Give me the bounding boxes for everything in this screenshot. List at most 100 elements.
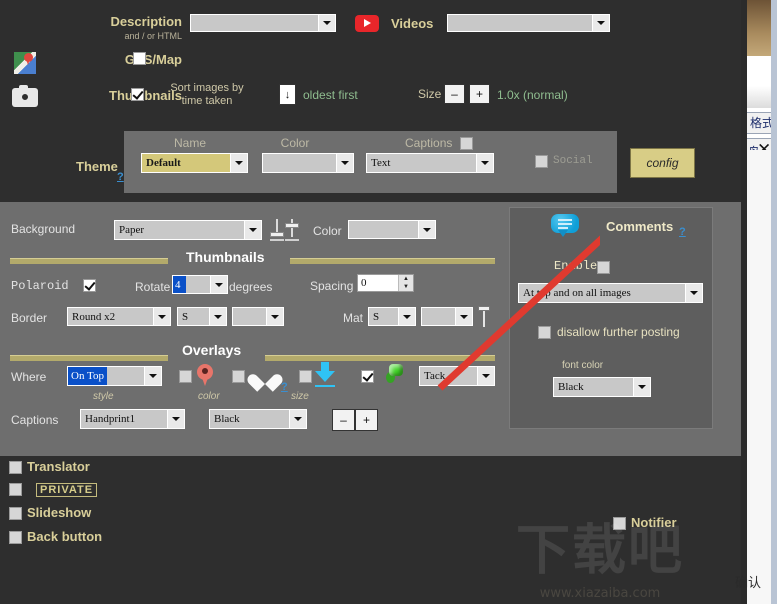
sort-images-label: Sort images by time taken: [170, 82, 244, 107]
videos-combo[interactable]: [447, 14, 610, 32]
captions-style-combo[interactable]: Handprint1: [80, 409, 185, 429]
overlay-heart-checkbox[interactable]: [232, 370, 245, 383]
font-color-value: Black: [554, 378, 633, 396]
description-sublabel: and / or HTML: [124, 31, 182, 41]
chevron-down-icon[interactable]: [230, 154, 247, 172]
chevron-down-icon[interactable]: [289, 410, 306, 428]
chevron-down-icon[interactable]: [144, 367, 161, 385]
thumbnails-divider-left: [10, 258, 168, 264]
chevron-down-icon[interactable]: [398, 308, 415, 325]
captions-size-minus-button[interactable]: –: [332, 409, 355, 431]
sort-order-label: oldest first: [303, 88, 358, 102]
overlays-section-title: Overlays: [182, 342, 242, 358]
gpsmap-checkbox[interactable]: [133, 52, 146, 65]
map-pin-icon[interactable]: [197, 364, 213, 386]
background-slider-icon[interactable]: [270, 219, 284, 241]
theme-name-combo[interactable]: Default: [141, 153, 248, 173]
background-color-value: [349, 221, 418, 238]
border-size-combo[interactable]: S: [177, 307, 227, 326]
captions-size-plus-button[interactable]: +: [355, 409, 378, 431]
chevron-down-icon[interactable]: [266, 308, 283, 325]
overlay-arrow-checkbox[interactable]: [299, 370, 312, 383]
chevron-down-icon[interactable]: [244, 221, 261, 239]
comments-position-combo[interactable]: At top and on all images: [518, 283, 703, 303]
mat-pin-icon[interactable]: [478, 306, 490, 328]
size-plus-button[interactable]: +: [469, 84, 490, 104]
description-combo[interactable]: [190, 14, 336, 32]
slideshow-checkbox[interactable]: [9, 507, 22, 520]
mat-color-value: [422, 308, 455, 325]
disallow-posting-label: disallow further posting: [557, 325, 680, 339]
chevron-down-icon[interactable]: [633, 378, 650, 396]
polaroid-checkbox[interactable]: [83, 279, 96, 292]
private-checkbox[interactable]: [9, 483, 22, 496]
theme-captions-label: Captions: [405, 136, 453, 150]
camera-icon: [12, 85, 38, 107]
background-color-label: Color: [313, 224, 342, 238]
background-value: Paper: [115, 221, 244, 239]
mat-label: Mat: [343, 311, 364, 325]
background-color-combo[interactable]: [348, 220, 436, 239]
size-value: 1.0x (normal): [497, 88, 568, 102]
theme-captions-checkbox[interactable]: [460, 137, 473, 150]
chevron-down-icon[interactable]: [318, 15, 335, 31]
youtube-icon: [355, 15, 379, 33]
chevron-down-icon[interactable]: [210, 276, 227, 293]
comments-enable-checkbox[interactable]: [597, 261, 610, 274]
theme-name-label: Name: [173, 136, 206, 150]
background-slider2-icon[interactable]: [285, 219, 299, 241]
chevron-down-icon[interactable]: [455, 308, 472, 325]
rotate-combo[interactable]: 4: [172, 275, 228, 294]
push-pin-icon[interactable]: [384, 363, 408, 385]
border-style-value: Round x2: [68, 308, 153, 325]
thumbnails-checkbox[interactable]: [131, 88, 144, 101]
degrees-label: degrees: [229, 280, 273, 294]
spacing-stepper[interactable]: 0 ▲ ▼: [357, 274, 414, 292]
font-color-combo[interactable]: Black: [553, 377, 651, 397]
chevron-down-icon[interactable]: [209, 308, 226, 325]
overlay-tack-checkbox[interactable]: [361, 370, 374, 383]
mat-size-combo[interactable]: S: [368, 307, 416, 326]
chevron-down-icon[interactable]: [336, 154, 353, 172]
thumbnails-section-title: Thumbnails: [186, 249, 265, 265]
theme-help-link[interactable]: ?: [117, 171, 124, 183]
captions-label: Captions: [11, 413, 59, 427]
theme-color-combo[interactable]: [262, 153, 354, 173]
spacing-value: 0: [361, 277, 367, 289]
mat-color-combo[interactable]: [421, 307, 473, 326]
heart-icon[interactable]: [254, 365, 276, 385]
chevron-down-icon[interactable]: [167, 410, 184, 428]
background-combo[interactable]: Paper: [114, 220, 262, 240]
size-minus-button[interactable]: –: [444, 84, 465, 104]
overlay-pin-checkbox[interactable]: [179, 370, 192, 383]
border-color-combo[interactable]: [232, 307, 284, 326]
chevron-down-icon[interactable]: [476, 154, 493, 172]
back-button-checkbox[interactable]: [9, 531, 22, 544]
back-button-label: Back button: [27, 529, 103, 544]
comments-position-value: At top and on all images: [519, 284, 685, 302]
config-button[interactable]: config: [630, 148, 695, 178]
size-label: Size: [418, 87, 442, 101]
where-combo[interactable]: On Top: [67, 366, 162, 386]
tack-combo[interactable]: Tack: [419, 366, 495, 386]
spacing-spin-buttons[interactable]: ▲ ▼: [398, 275, 413, 291]
theme-captions-value: Text: [367, 154, 476, 172]
comments-help-link[interactable]: ?: [679, 226, 686, 238]
chevron-down-icon[interactable]: [153, 308, 170, 325]
overlays-help-link[interactable]: ?: [281, 381, 288, 393]
confirm-button-label[interactable]: 确认: [735, 572, 761, 591]
chevron-down-icon[interactable]: [477, 367, 494, 385]
disallow-posting-checkbox[interactable]: [538, 326, 551, 339]
chevron-down-icon[interactable]: [418, 221, 435, 238]
social-checkbox[interactable]: [535, 155, 548, 168]
chevron-down-icon[interactable]: [592, 15, 609, 31]
chevron-down-icon[interactable]: [685, 284, 702, 302]
sort-direction-button[interactable]: ↓: [279, 84, 296, 105]
translator-checkbox[interactable]: [9, 461, 22, 474]
download-arrow-icon[interactable]: [314, 362, 336, 388]
theme-captions-combo[interactable]: Text: [366, 153, 494, 173]
gpsmap-label: GPS/Map: [124, 52, 182, 67]
captions-style-value: Handprint1: [81, 410, 167, 428]
border-style-combo[interactable]: Round x2: [67, 307, 171, 326]
captions-color-combo[interactable]: Black: [209, 409, 307, 429]
